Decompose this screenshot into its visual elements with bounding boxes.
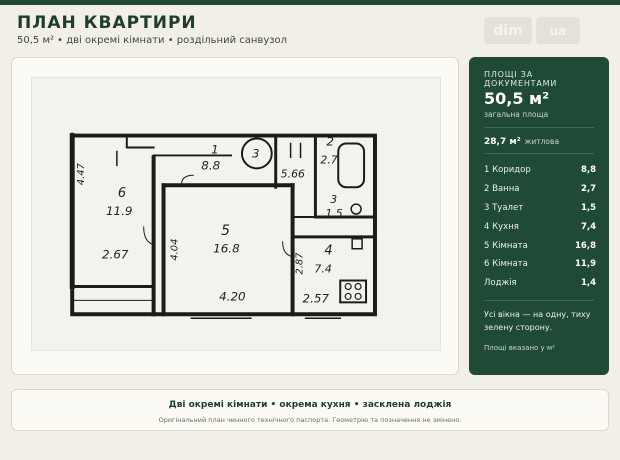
room5-side-dimension: 4.04 [169,239,180,261]
site-logo[interactable]: dim ua [484,17,582,44]
room-area-value: 2,7 [580,184,596,195]
room5-number: 5 [221,223,230,239]
list-item: 5 Кімната 16,8 [484,236,596,255]
room6-area: 11.9 [106,204,133,218]
room-name: 2 Ванна [484,184,520,195]
area-summary-panel: ПЛОЩІ ЗА ДОКУМЕНТАМИ 50,5 м² загальна пл… [469,57,609,375]
divider [484,127,594,128]
room2-number: 2 [326,135,334,149]
room1-area: 8.8 [201,158,220,172]
list-item: 1 Коридор 8,8 [484,161,596,180]
room4-area: 7.4 [314,263,331,276]
summary-header: ПЛОЩІ ЗА ДОКУМЕНТАМИ [484,70,558,88]
floor-plan-image: 6 11.9 4.47 2.67 1 8.8 3 2 2.7 3 1.5 5.6… [31,77,441,351]
divider [484,300,594,301]
room4-number: 4 [324,244,332,259]
windows-note: Усі вікна — на одну, тиху зелену сторону… [484,310,591,332]
room-name: 4 Кухня [484,221,519,232]
corridor-dimension: 5.66 [281,167,305,180]
room3-number: 3 [330,193,337,206]
room-name: 1 Коридор [484,165,531,176]
room-area-list: 1 Коридор 8,8 2 Ванна 2,7 3 Туалет 1,5 4 Ку… [484,161,596,293]
logo-part-dim: dim [484,17,532,44]
room2-area: 2.7 [320,153,337,166]
highlights-banner: Дві окремі кімнати • окрема кухня • заск… [11,389,609,431]
floor-plan-drawing: 6 11.9 4.47 2.67 1 8.8 3 2 2.7 3 1.5 5.6… [69,132,377,319]
total-area: 50,5 м² [484,89,550,108]
highlights-text: Дві окремі кімнати • окрема кухня • заск… [168,400,452,410]
units-footnote: Площі вказано у м² [484,344,555,352]
room3-circle-number: 3 [252,146,260,160]
room4-side-dimension: 2.87 [295,252,306,275]
page-title: ПЛАН КВАРТИРИ [17,13,197,33]
list-item: 3 Туалет 1,5 [484,199,596,218]
room1-number: 1 [211,142,219,156]
living-area-value: 28,7 м² [484,137,521,147]
room-area-value: 8,8 [580,165,596,176]
room6-bottom-dimension: 2.67 [102,248,129,262]
room6-number: 6 [118,186,126,201]
page-subtitle: 50,5 м² • дві окремі кімнати • роздільни… [17,35,288,46]
room-name: 5 Кімната [484,240,528,251]
room-name: Лоджія [484,278,517,289]
room-area-value: 7,4 [580,221,596,232]
divider [484,153,594,154]
room-area-value: 1,4 [580,278,596,289]
room-area-value: 11,9 [575,259,596,270]
room-area-value: 16,8 [575,240,596,251]
room5-area: 16.8 [213,242,240,256]
room4-bottom-dimension: 2.57 [303,291,330,305]
living-area-label: житлова [524,137,560,146]
disclaimer-text: Оригінальний план чинного технічного пас… [158,416,462,424]
floor-plan-card: 6 11.9 4.47 2.67 1 8.8 3 2 2.7 3 1.5 5.6… [11,57,459,375]
list-item: 6 Кімната 11,9 [484,255,596,274]
top-accent-bar [0,0,620,5]
list-item: 4 Кухня 7,4 [484,217,596,236]
room-name: 3 Туалет [484,202,524,213]
room-area-value: 1,5 [580,202,596,213]
living-area: 28,7 м² житлова [484,137,559,147]
list-item: Лоджія 1,4 [484,274,596,293]
logo-part-ua: ua [536,17,580,44]
room6-side-dimension: 4.47 [76,162,87,185]
list-item: 2 Ванна 2,7 [484,180,596,199]
room5-bottom-dimension: 4.20 [219,289,246,303]
room3-area: 1.5 [325,207,342,220]
room-name: 6 Кімната [484,259,528,270]
total-area-label: загальна площа [484,110,549,119]
